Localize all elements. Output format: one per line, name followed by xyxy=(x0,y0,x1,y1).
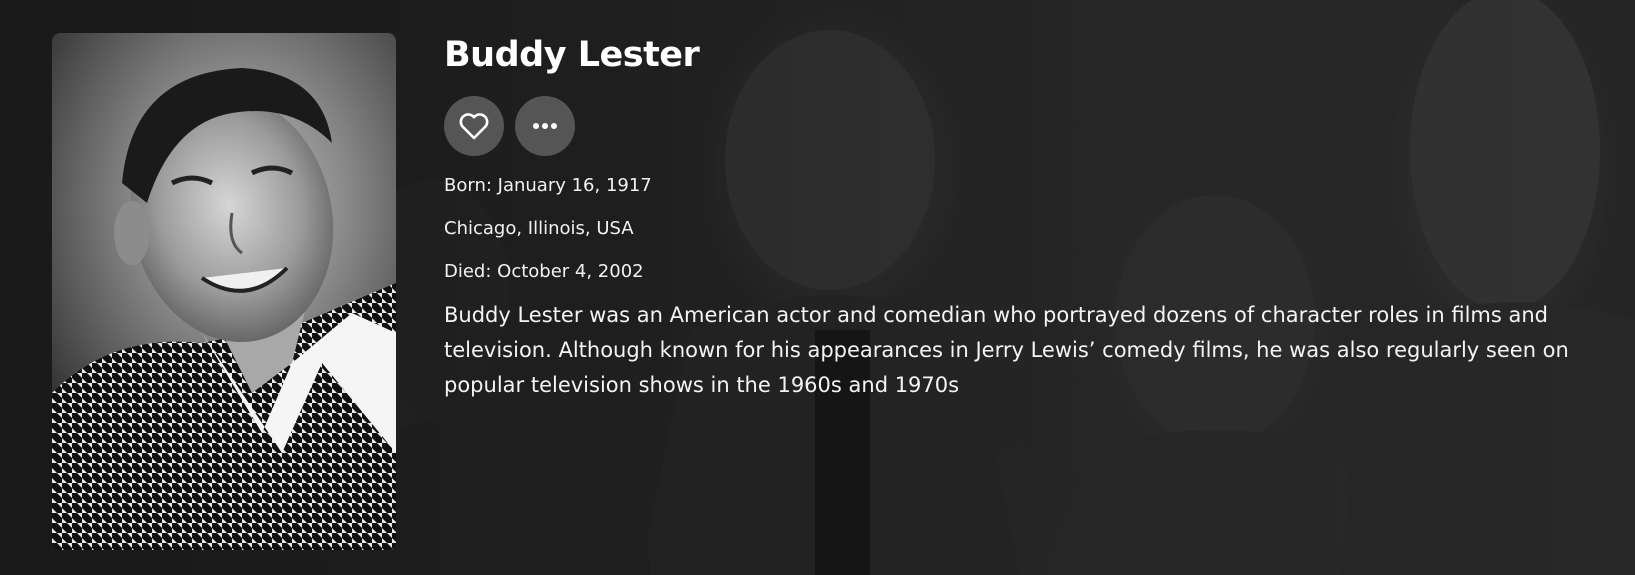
favorite-button[interactable] xyxy=(444,96,504,156)
birth-date: Born: January 16, 1917 xyxy=(444,175,652,196)
heart-icon xyxy=(459,113,489,140)
person-photo xyxy=(52,33,396,550)
more-options-button[interactable] xyxy=(515,96,575,156)
death-date: Died: October 4, 2002 xyxy=(444,261,644,282)
more-horizontal-icon xyxy=(533,123,557,129)
person-info: Buddy Lester Born: January 16, 1917 Chic… xyxy=(444,30,1614,403)
person-name: Buddy Lester xyxy=(444,35,700,75)
action-buttons xyxy=(444,96,1614,156)
biography: Buddy Lester was an American actor and c… xyxy=(444,303,1569,397)
birth-place: Chicago, Illinois, USA xyxy=(444,218,634,239)
